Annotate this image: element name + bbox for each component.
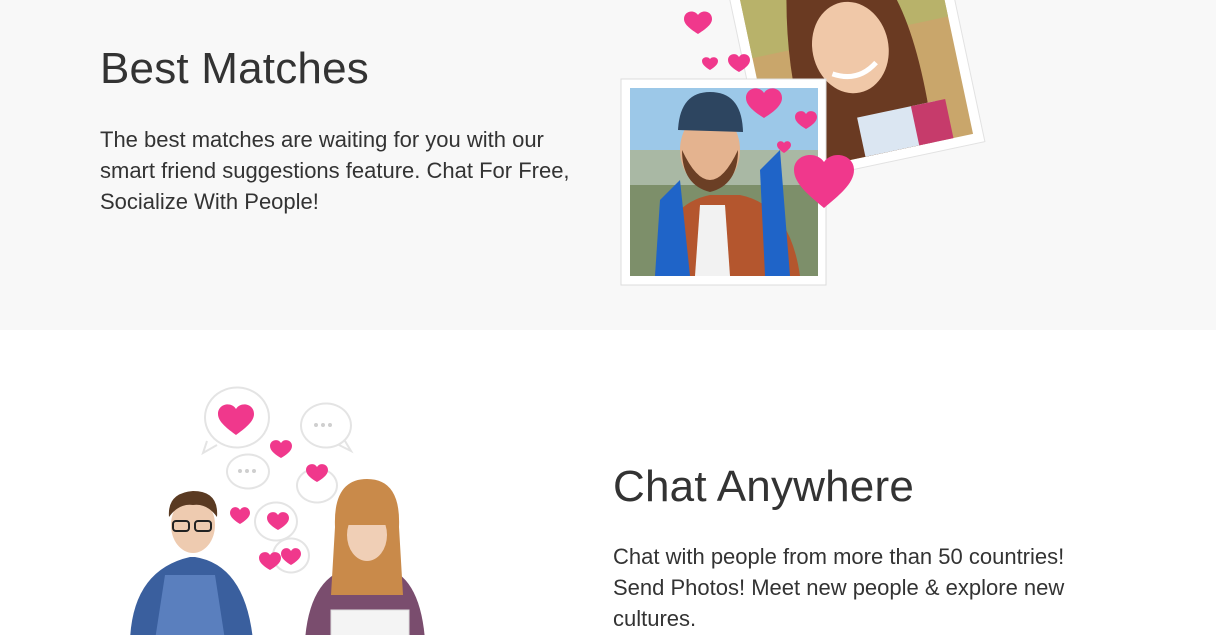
chat-anywhere-title: Chat Anywhere <box>613 462 914 511</box>
speech-bubble <box>300 402 354 454</box>
chatting-people-illustration <box>130 386 425 635</box>
matched-photos-illustration <box>620 0 986 286</box>
best-matches-section: Best Matches The best matches are waitin… <box>0 0 1216 330</box>
man-photo <box>620 78 827 286</box>
heart-icon <box>702 57 718 70</box>
best-matches-description: The best matches are waiting for you wit… <box>100 127 570 214</box>
heart-icon <box>270 440 292 458</box>
chat-anywhere-section: Chat Anywhere Chat with people from more… <box>0 330 1216 635</box>
heart-icon <box>684 11 712 34</box>
chat-anywhere-description: Chat with people from more than 50 count… <box>613 544 1065 631</box>
heart-icon <box>230 507 250 524</box>
best-matches-title: Best Matches <box>100 44 369 93</box>
